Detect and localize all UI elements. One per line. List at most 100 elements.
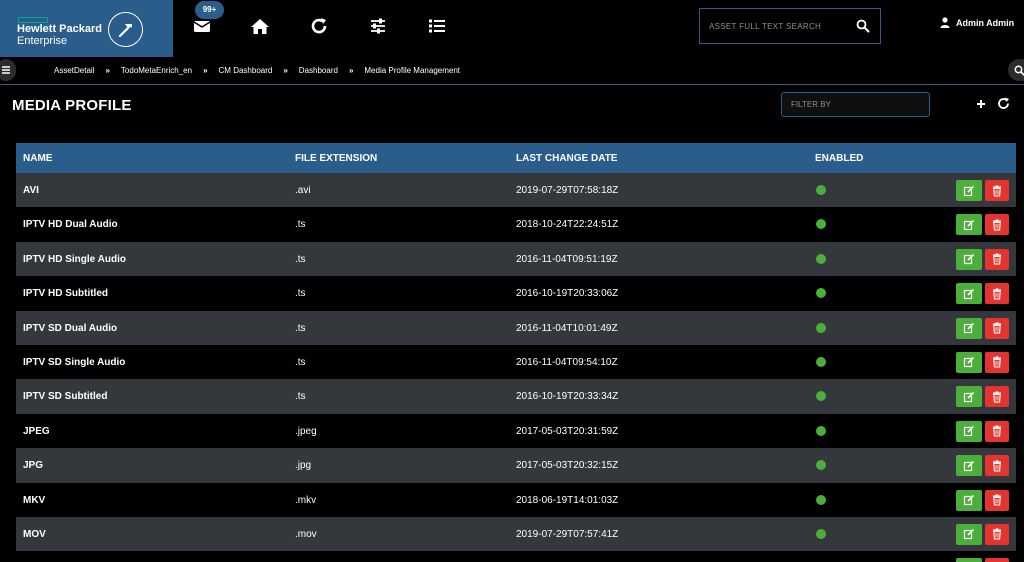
- delete-button[interactable]: [985, 386, 1009, 408]
- cell-last-change-date: 2018-06-19T14:01:03Z: [516, 494, 619, 506]
- cell-last-change-date: 2017-05-03T20:32:15Z: [516, 460, 619, 472]
- table-row[interactable]: IPTV SD Single Audio .ts 2016-11-04T09:54:…: [16, 344, 1016, 380]
- cell-name: IPTV SD Dual Audio: [23, 322, 118, 334]
- breadcrumb-separator: »: [105, 66, 110, 75]
- breadcrumb-item[interactable]: TodoMetaEnrich_en: [121, 66, 192, 75]
- cell-last-change-date: 2018-10-24T22:24:51Z: [516, 219, 619, 231]
- enabled-indicator-icon: [816, 219, 826, 230]
- delete-button[interactable]: [985, 420, 1009, 442]
- delete-button[interactable]: [985, 489, 1009, 511]
- filter-input[interactable]: [781, 92, 930, 117]
- cell-last-change-date: 2016-11-04T09:51:19Z: [516, 253, 618, 265]
- table-row[interactable]: AVI .avi 2019-07-29T07:58:18Z: [16, 173, 1016, 208]
- table-row[interactable]: JPEG .jpeg 2017-05-03T20:31:59Z: [16, 413, 1016, 449]
- enabled-indicator-icon: [816, 460, 826, 471]
- breadcrumb-item[interactable]: CM Dashboard: [219, 66, 273, 75]
- table-row[interactable]: MKV .mkv 2018-06-19T14:01:03Z: [16, 482, 1016, 517]
- notification-badge[interactable]: 99+: [195, 1, 224, 19]
- edit-button[interactable]: [956, 420, 982, 442]
- search-icon: [1014, 65, 1024, 76]
- table-row[interactable]: IPTV HD Dual Audio .ts 2018-10-24T22:24:51…: [16, 207, 1016, 242]
- delete-button[interactable]: [985, 558, 1009, 562]
- refresh-icon[interactable]: [997, 97, 1011, 111]
- table-row[interactable]: IPTV SD Subtitled .ts 2016-10-19T20:33:34Z: [16, 379, 1016, 414]
- edit-button[interactable]: [956, 351, 982, 373]
- delete-button[interactable]: [985, 317, 1009, 339]
- refresh-icon[interactable]: [309, 16, 331, 38]
- delete-button[interactable]: [985, 180, 1009, 201]
- column-header-date[interactable]: LAST CHANGE DATE: [516, 153, 617, 164]
- home-icon[interactable]: [250, 16, 272, 38]
- edit-button[interactable]: [956, 283, 982, 305]
- delete-button[interactable]: [985, 455, 1009, 477]
- breadcrumb-item-current: Media Profile Management: [364, 66, 460, 75]
- cell-name: AVI: [23, 185, 39, 196]
- enabled-indicator-icon: [816, 494, 826, 505]
- edit-button[interactable]: [956, 317, 982, 339]
- breadcrumb-separator: »: [283, 66, 288, 75]
- cell-extension: .ts: [295, 288, 306, 300]
- table-row[interactable]: MOV .mov 2019-07-29T07:57:41Z: [16, 516, 1016, 552]
- table-row[interactable]: IPTV SD Dual Audio .ts 2016-11-04T10:01:49…: [16, 310, 1016, 345]
- breadcrumb-separator: »: [203, 66, 208, 75]
- full-text-search: [699, 8, 881, 44]
- breadcrumb-item[interactable]: AssetDetail: [54, 66, 94, 75]
- cell-last-change-date: 2016-11-04T09:54:10Z: [516, 356, 618, 368]
- column-header-enabled[interactable]: ENABLED: [815, 153, 863, 164]
- edit-button[interactable]: [956, 248, 982, 270]
- user-icon: [940, 16, 950, 30]
- edit-button[interactable]: [956, 214, 982, 236]
- edit-button[interactable]: [956, 489, 982, 511]
- enabled-indicator-icon: [816, 391, 826, 402]
- cell-extension: .jpeg: [295, 425, 317, 437]
- enabled-indicator-icon: [816, 253, 826, 264]
- cell-name: IPTV SD Single Audio: [23, 356, 126, 368]
- enabled-indicator-icon: [816, 322, 826, 333]
- delete-button[interactable]: [985, 351, 1009, 373]
- breadcrumb-separator: »: [348, 66, 354, 75]
- delete-button[interactable]: [985, 248, 1009, 270]
- column-header-extension[interactable]: FILE EXTENSION: [295, 153, 377, 164]
- enabled-indicator-icon: [816, 288, 826, 299]
- delete-button[interactable]: [985, 523, 1009, 545]
- enabled-indicator-icon: [816, 528, 826, 539]
- cell-name: IPTV SD Subtitled: [23, 391, 108, 403]
- cell-last-change-date: 2016-11-04T10:01:49Z: [516, 322, 618, 334]
- media-profile-table: NAME FILE EXTENSION LAST CHANGE DATE ENA…: [16, 143, 1016, 562]
- page-search-button[interactable]: [1008, 59, 1024, 81]
- user-menu[interactable]: Admin Admin: [940, 16, 1014, 30]
- envelope-icon[interactable]: [192, 16, 214, 38]
- delete-button[interactable]: [985, 214, 1009, 236]
- table-row[interactable]: [16, 551, 1016, 562]
- edit-button[interactable]: [956, 180, 982, 201]
- breadcrumb-item[interactable]: Dashboard: [299, 66, 338, 75]
- list-icon[interactable]: [427, 16, 449, 38]
- hamburger-icon: [2, 66, 10, 74]
- edit-button[interactable]: [956, 523, 982, 545]
- cell-last-change-date: 2019-07-29T07:57:41Z: [516, 528, 619, 540]
- search-icon[interactable]: [856, 19, 870, 38]
- table-row[interactable]: JPG .jpg 2017-05-03T20:32:15Z: [16, 448, 1016, 483]
- cell-last-change-date: 2019-07-29T07:58:18Z: [516, 185, 619, 196]
- brand-name-line1: Hewlett Packard: [17, 23, 102, 35]
- edit-button[interactable]: [956, 386, 982, 408]
- table-row[interactable]: IPTV HD Single Audio .ts 2016-11-04T09:51:…: [16, 241, 1016, 277]
- menu-toggle-button[interactable]: [0, 59, 16, 81]
- column-header-name[interactable]: NAME: [23, 153, 52, 164]
- edit-button[interactable]: [956, 455, 982, 477]
- breadcrumb: AssetDetail » TodoMetaEnrich_en » CM Das…: [54, 66, 460, 75]
- enabled-indicator-icon: [816, 185, 826, 195]
- cell-name: JPEG: [23, 425, 50, 437]
- tool-icon: [108, 12, 143, 47]
- add-icon[interactable]: [974, 97, 990, 113]
- table-row[interactable]: IPTV HD Subtitled .ts 2016-10-19T20:33:06Z: [16, 276, 1016, 311]
- delete-button[interactable]: [985, 283, 1009, 305]
- cell-name: IPTV HD Single Audio: [23, 253, 126, 265]
- cell-extension: .ts: [295, 253, 306, 265]
- cell-extension: .jpg: [295, 460, 312, 472]
- table-header: NAME FILE EXTENSION LAST CHANGE DATE ENA…: [16, 143, 1016, 173]
- edit-button[interactable]: [956, 558, 982, 562]
- hpe-logo[interactable]: Hewlett Packard Enterprise: [0, 0, 173, 57]
- search-input[interactable]: [700, 9, 850, 43]
- sliders-icon[interactable]: [368, 16, 390, 38]
